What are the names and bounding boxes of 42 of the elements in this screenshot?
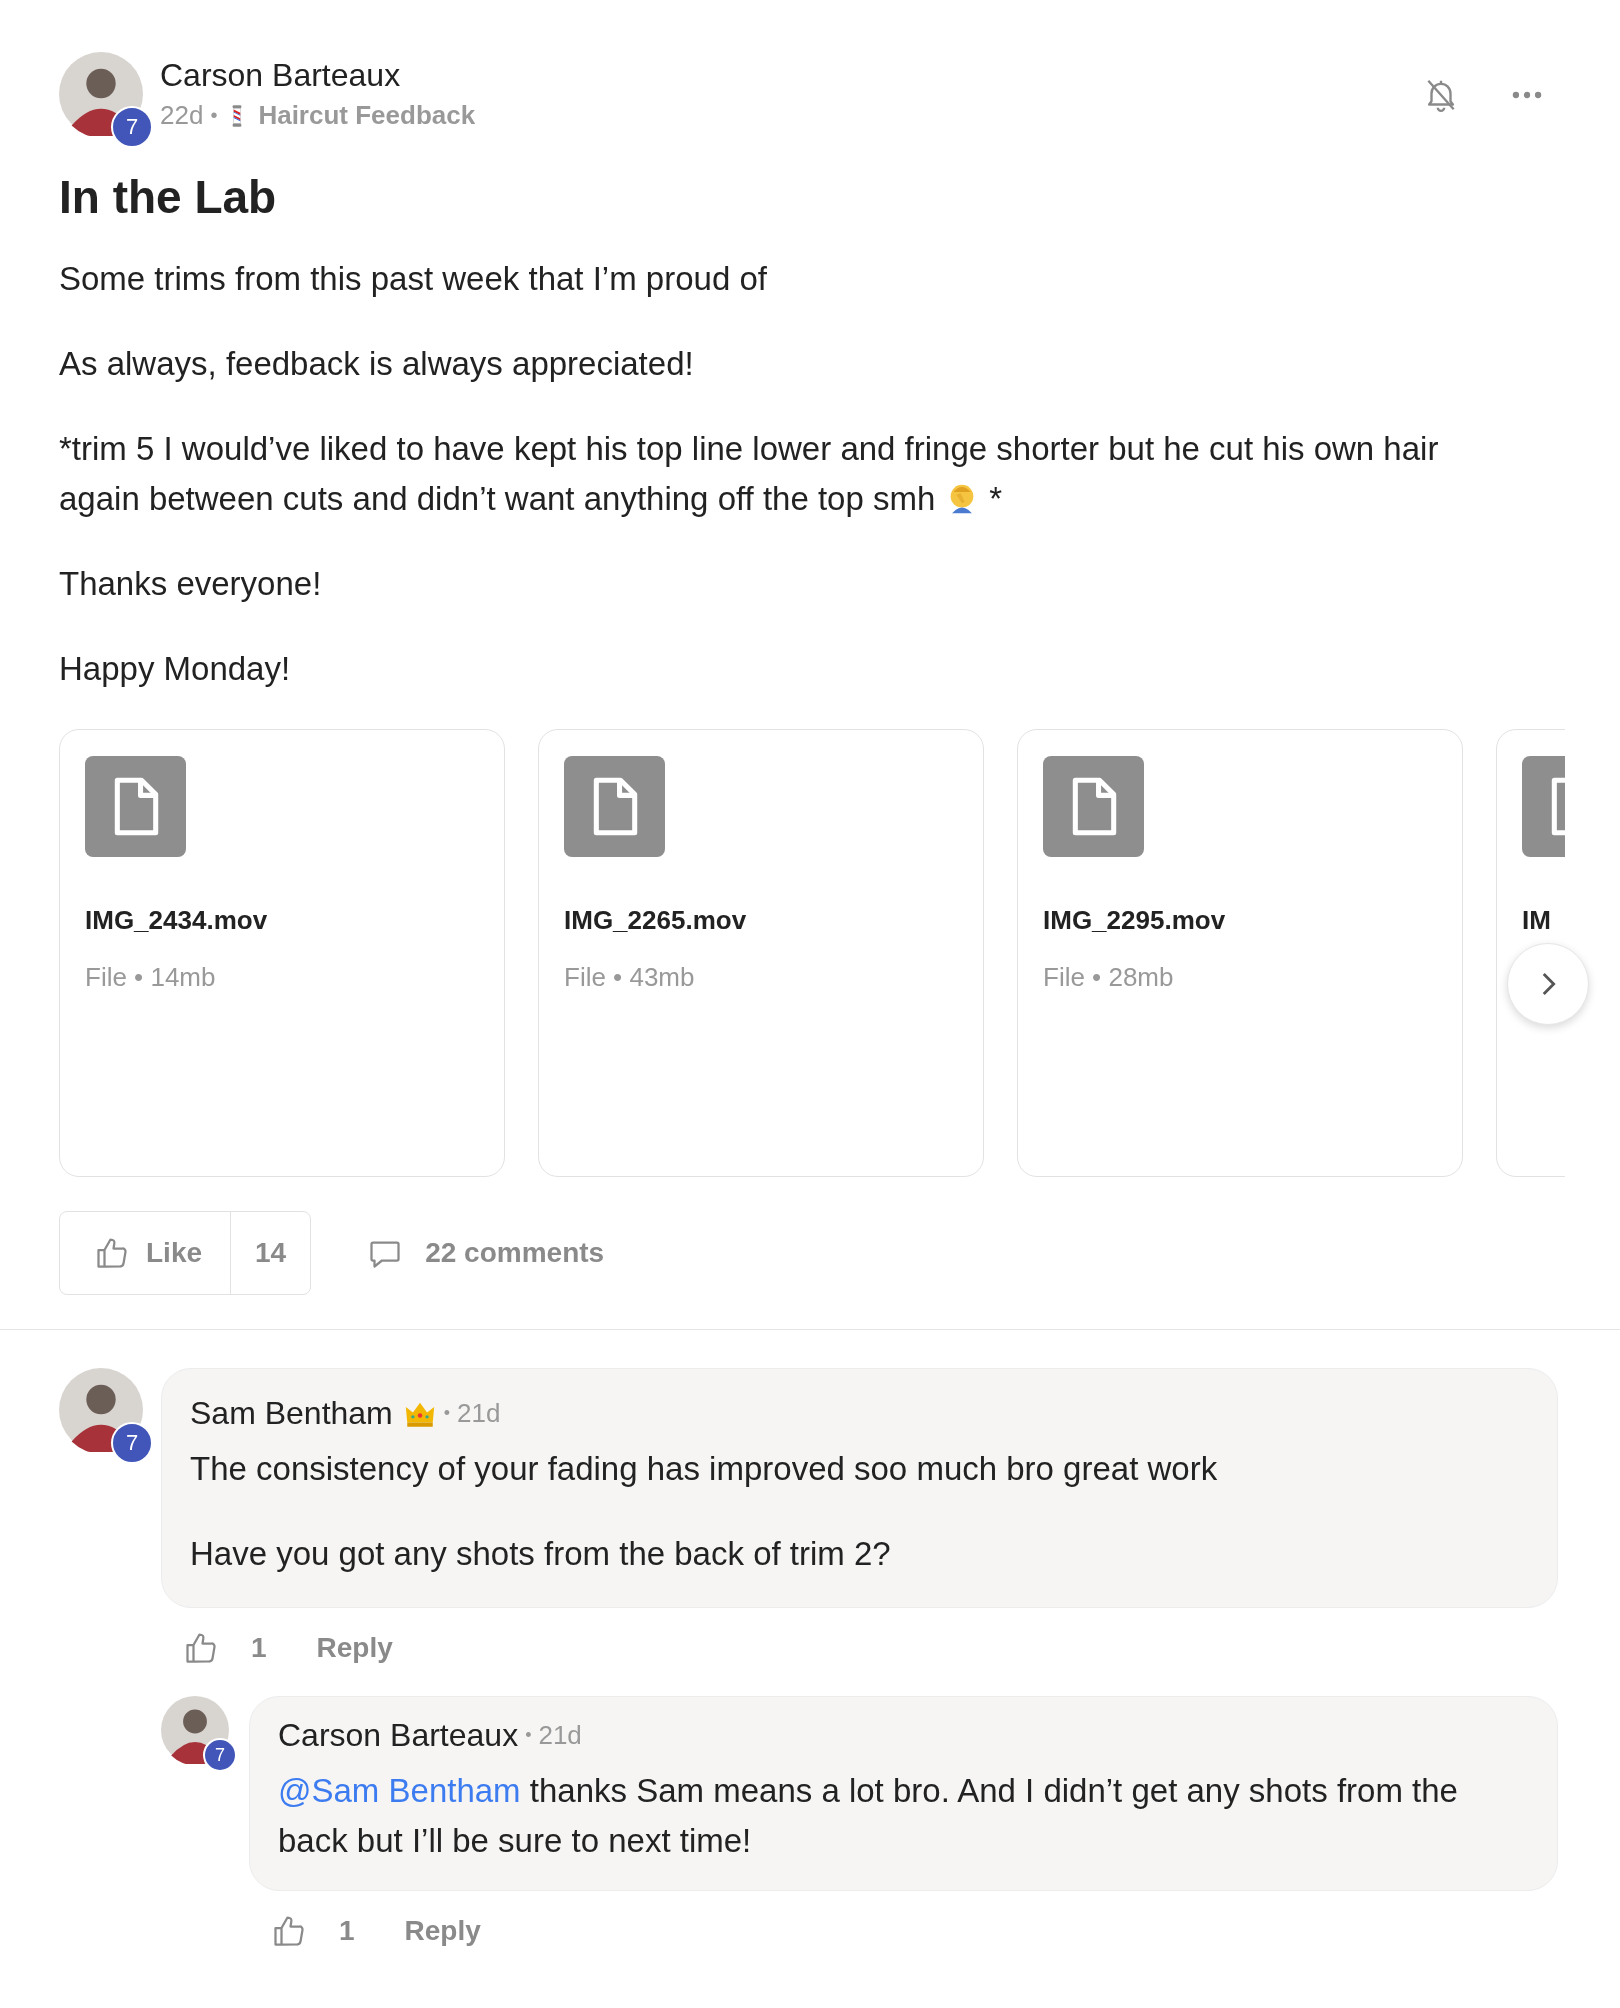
file-name: IM [1522, 905, 1552, 936]
file-name: IMG_2434.mov [85, 905, 269, 936]
level-badge: 7 [203, 1738, 237, 1772]
post-text: * [989, 479, 1003, 519]
comment-time: 21d [457, 1398, 501, 1429]
separator-dot: • [210, 104, 218, 127]
file-card[interactable]: IMG_2265.mov File • 43mb [538, 729, 984, 1177]
commenter-name[interactable]: Carson Barteaux [278, 1717, 519, 1754]
thumbs-up-icon [94, 1235, 130, 1271]
level-badge: 7 [111, 106, 153, 148]
thumbs-up-icon[interactable] [183, 1630, 219, 1666]
post-text: Happy Monday! [59, 649, 292, 689]
comment-time: 21d [538, 1720, 582, 1751]
post-text: Some trims from this past week that I’m proud of [59, 259, 768, 299]
file-name: IMG_2265.mov [564, 905, 748, 936]
comment-text: Have you got any shots from the back of trim 2? [190, 1534, 892, 1574]
comment-text: The consistency of your fading has improved soo much bro great work [190, 1449, 1219, 1489]
post-text: again between cuts and didn’t want anything off the top smh [59, 479, 936, 519]
comment-text: @Sam Bentham thanks Sam means a lot bro. And I didn’t get any shots from the back but I’ll be sure to next time! [278, 1772, 1458, 1859]
post-text: *trim 5 I would’ve liked to have kept his top line lower and fringe shorter but he cut his own hair [59, 429, 1439, 469]
file-meta: File • 14mb [85, 962, 217, 993]
level-badge: 7 [111, 1422, 153, 1464]
separator-dot: • [525, 1725, 532, 1746]
file-name: IMG_2295.mov [1043, 905, 1227, 936]
file-meta: File • 43mb [564, 962, 696, 993]
separator-dot: • [443, 1403, 451, 1424]
file-card[interactable]: IMG_2295.mov File • 28mb [1017, 729, 1463, 1177]
file-icon [85, 756, 186, 857]
post-time: 22d [160, 100, 204, 131]
author-name[interactable]: Carson Barteaux [160, 57, 1422, 94]
post-title: In the Lab [59, 170, 278, 224]
like-count: 1 [251, 1632, 267, 1664]
commenter-name[interactable]: Sam Bentham [190, 1395, 393, 1432]
mention-link[interactable]: @Sam Bentham [278, 1772, 521, 1809]
post-text: As always, feedback is always appreciated! [59, 344, 695, 384]
post-text: Thanks everyone! [59, 564, 323, 604]
file-meta: File • 28mb [1043, 962, 1175, 993]
file-icon [1043, 756, 1144, 857]
file-icon [564, 756, 665, 857]
like-count: 1 [339, 1915, 355, 1947]
thumbs-up-icon[interactable] [271, 1913, 307, 1949]
file-card[interactable]: IMG_2434.mov File • 14mb [59, 729, 505, 1177]
